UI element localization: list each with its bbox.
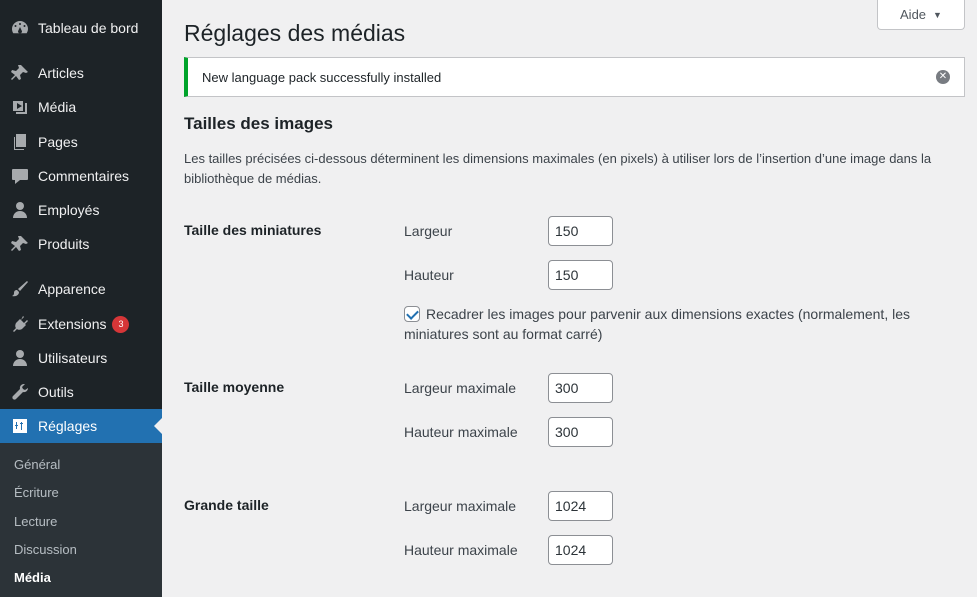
medium-width-input[interactable] (548, 373, 613, 403)
submenu-item-lecture[interactable]: Lecture (14, 514, 57, 529)
menu-item-extensions[interactable]: Extensions 3 (0, 307, 162, 341)
menu-label: Apparence (38, 281, 106, 297)
wrench-icon (10, 382, 30, 402)
menu-item-pages[interactable]: Pages (0, 125, 162, 159)
large-height-label: Hauteur maximale (404, 542, 518, 558)
user-icon (10, 200, 30, 220)
comment-icon (10, 166, 30, 186)
pin-icon (10, 63, 30, 83)
admin-sidebar: Tableau de bord Articles Média Pages Com… (0, 0, 162, 597)
thumbnail-height-input[interactable] (548, 260, 613, 290)
menu-item-dashboard[interactable]: Tableau de bord (0, 11, 162, 45)
pin-icon (10, 234, 30, 254)
menu-item-produits[interactable]: Produits (0, 227, 162, 261)
section-title: Tailles des images (184, 114, 333, 133)
plugin-icon (10, 314, 30, 334)
media-icon (10, 97, 30, 117)
dashboard-icon (10, 18, 30, 38)
menu-label: Outils (38, 384, 74, 400)
submenu-item-discussion[interactable]: Discussion (14, 542, 77, 557)
main-content: Aide ▼ Réglages des médias New language … (162, 0, 977, 597)
menu-label: Média (38, 99, 77, 115)
menu-label: Produits (38, 236, 90, 252)
menu-label: Employés (38, 202, 100, 218)
medium-height-input[interactable] (548, 417, 613, 447)
crop-label: Recadrer les images pour parvenir aux di… (404, 306, 910, 342)
menu-label: Pages (38, 134, 78, 150)
settings-submenu: Général Écriture Lecture Discussion Médi… (0, 443, 162, 597)
menu-label: Commentaires (38, 168, 130, 184)
menu-label: Articles (38, 65, 84, 81)
caret-down-icon: ▼ (933, 9, 942, 20)
menu-item-media[interactable]: Média (0, 90, 162, 124)
large-width-input[interactable] (548, 491, 613, 521)
crop-checkbox[interactable] (404, 306, 420, 322)
menu-item-articles[interactable]: Articles (0, 56, 162, 90)
large-height-input[interactable] (548, 535, 613, 565)
submenu-item-ecriture[interactable]: Écriture (14, 485, 59, 500)
thumbnail-width-input[interactable] (548, 216, 613, 246)
brush-icon (10, 279, 30, 299)
update-count-badge: 3 (112, 315, 130, 333)
medium-height-label: Hauteur maximale (404, 424, 518, 440)
large-size-label: Grande taille (184, 497, 269, 513)
submenu-item-general[interactable]: Général (14, 457, 60, 472)
menu-item-comments[interactable]: Commentaires (0, 159, 162, 193)
settings-icon (10, 416, 30, 436)
thumbnail-height-label: Hauteur (404, 267, 454, 283)
pages-icon (10, 132, 30, 152)
page-title: Réglages des médias (184, 20, 406, 46)
menu-label: Réglages (38, 418, 98, 434)
medium-size-label: Taille moyenne (184, 379, 285, 395)
menu-item-utilisateurs[interactable]: Utilisateurs (0, 341, 162, 375)
medium-width-label: Largeur maximale (404, 380, 517, 396)
dismiss-icon[interactable]: ✕ (936, 70, 950, 84)
menu-item-apparence[interactable]: Apparence (0, 272, 162, 306)
notice-text: New language pack successfully installed (202, 69, 442, 85)
user-icon (10, 348, 30, 368)
thumbnail-width-label: Largeur (404, 223, 453, 239)
menu-item-employes[interactable]: Employés (0, 193, 162, 227)
thumbnail-size-label: Taille des miniatures (184, 222, 322, 238)
menu-item-reglages[interactable]: Réglages (0, 409, 162, 443)
help-button[interactable]: Aide ▼ (877, 0, 965, 30)
menu-label: Tableau de bord (38, 20, 139, 36)
submenu-item-media[interactable]: Média (14, 570, 51, 585)
menu-item-outils[interactable]: Outils (0, 375, 162, 409)
large-width-label: Largeur maximale (404, 498, 517, 514)
crop-option: Recadrer les images pour parvenir aux di… (404, 304, 964, 344)
help-label: Aide (900, 7, 927, 22)
success-notice: New language pack successfully installed… (184, 57, 965, 97)
section-description: Les tailles précisées ci-dessous détermi… (184, 151, 932, 186)
menu-label: Extensions (38, 316, 107, 332)
menu-label: Utilisateurs (38, 350, 108, 366)
